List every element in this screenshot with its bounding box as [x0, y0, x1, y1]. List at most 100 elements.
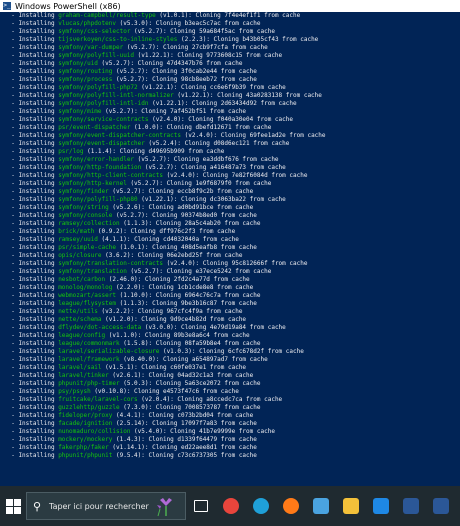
console-line-pkg: webmozart/assert	[58, 292, 116, 299]
console-line-ver: (1.0.0)	[130, 124, 160, 131]
console-line-rest: : Cloning 27cb9f7cfa from cache	[155, 44, 268, 51]
console-line: - Installing symfony/css-selector (v5.2.…	[4, 28, 452, 36]
taskbar: ⚲ Taper ici pour rechercher	[0, 486, 460, 526]
console-line: - Installing fruitcake/laravel-cors (v2.…	[4, 396, 452, 404]
console-line-ver: (2.46.0)	[105, 276, 138, 283]
console-line-rest: : Cloning 47d4347b76 from cache	[130, 60, 243, 67]
console-line-rest: : Cloning 7008573787 from cache	[148, 404, 261, 411]
window-title: Windows PowerShell (x86)	[15, 1, 121, 11]
console-line-ver: (4.1.1)	[97, 236, 127, 243]
console-line-prefix: - Installing	[4, 340, 59, 347]
console-line-pkg: symfony/uid	[58, 60, 98, 67]
console-line-prefix: - Installing	[4, 356, 59, 363]
start-button[interactable]	[0, 491, 26, 521]
search-icon: ⚲	[33, 499, 42, 513]
console-line-prefix: - Installing	[4, 68, 59, 75]
console-line: - Installing graham-campbell/result-type…	[4, 12, 452, 20]
console-line: - Installing monolog/monolog (2.2.0): Cl…	[4, 284, 452, 292]
console-line-rest: : Cloning b3eac5c7ac from cache	[148, 20, 261, 27]
console-line-ver: (v8.40.0)	[119, 356, 156, 363]
console-line-ver: (1.0.1)	[115, 244, 145, 251]
console-line-rest: : Cloning 89b3e8a6c4 from cache	[137, 332, 250, 339]
console-line-prefix: - Installing	[4, 252, 59, 259]
console-line: - Installing laravel/tinker (v2.6.1): Cl…	[4, 372, 452, 380]
console-line-pkg: guzzlehttp/guzzle	[58, 404, 120, 411]
console-line-pkg: symfony/css-selector	[58, 28, 131, 35]
console-line-rest: : Cloning 06e2ebd25f from cache	[130, 252, 243, 259]
console-line-ver: (1.1.4)	[83, 148, 113, 155]
console-line-prefix: - Installing	[4, 348, 59, 355]
console-area[interactable]: - Installing graham-campbell/result-type…	[0, 12, 460, 486]
console-line: - Installing symfony/routing (v5.2.7): C…	[4, 68, 452, 76]
console-line-rest: : Cloning ea3ddbf676 from cache	[166, 156, 279, 163]
folder-icon	[343, 498, 359, 514]
console-line-ver: (5.0.3)	[119, 380, 149, 387]
console-line-prefix: - Installing	[4, 444, 59, 451]
console-line-prefix: - Installing	[4, 332, 59, 339]
console-line-ver: (v2.0.4)	[137, 396, 171, 403]
console-line-rest: : Cloning 967cfc4f9a from cache	[130, 308, 243, 315]
console-line-prefix: - Installing	[4, 228, 59, 235]
console-line-rest: : Cloning d49695b909 from cache	[112, 148, 225, 155]
console-line-rest: : Cloning f040a30e04 from cache	[181, 116, 293, 123]
console-line-rest: : Cloning 7af452bf51 from cache	[134, 108, 247, 115]
console-line: - Installing laravel/serializable-closur…	[4, 348, 452, 356]
console-line: - Installing ramsey/uuid (4.1.1): Clonin…	[4, 236, 452, 244]
console-line-prefix: - Installing	[4, 108, 59, 115]
console-line-prefix: - Installing	[4, 156, 59, 163]
console-line-pkg: symfony/translation	[58, 268, 127, 275]
console-line: - Installing symfony/event-dispatcher (v…	[4, 140, 452, 148]
console-line-rest: : Cloning e4573f47c6 from cache	[126, 388, 239, 395]
console-line-prefix: - Installing	[4, 148, 59, 155]
taskbar-app-5[interactable]	[336, 491, 366, 521]
console-line: - Installing symfony/event-dispatcher-co…	[4, 132, 452, 140]
console-line-rest: : Cloning 98cb8eeb72 from cache	[144, 76, 257, 83]
taskbar-search-box[interactable]: ⚲ Taper ici pour rechercher	[26, 492, 186, 520]
console-line-pkg: vlucas/phpdotenv	[58, 20, 116, 27]
console-line-pkg: graham-campbell/result-type	[58, 12, 156, 19]
console-line: - Installing nette/schema (v1.2.0): Clon…	[4, 316, 452, 324]
taskbar-app-4[interactable]	[306, 491, 336, 521]
console-scrollbar[interactable]	[452, 12, 460, 486]
console-line: - Installing symfony/http-client-contrac…	[4, 172, 452, 180]
taskbar-app-8[interactable]	[426, 491, 456, 521]
console-line-ver: (v2.4.0)	[181, 132, 214, 139]
console-line-ver: (v5.2.7)	[126, 268, 160, 275]
console-line: - Installing symfony/process (v5.2.7): C…	[4, 76, 452, 84]
console-line-pkg: symfony/http-client-contracts	[58, 172, 163, 179]
console-line-ver: (0.9.2)	[94, 228, 124, 235]
console-line-prefix: - Installing	[4, 436, 59, 443]
console-line-prefix: - Installing	[4, 324, 59, 331]
console-line-ver: (v5.2.6)	[108, 204, 142, 211]
taskbar-app-0[interactable]	[186, 491, 216, 521]
console-line-pkg: symfony/mime	[58, 108, 102, 115]
console-line-ver: (v5.2.7)	[112, 212, 145, 219]
taskbar-app-6[interactable]	[366, 491, 396, 521]
console-line-pkg: symfony/http-kernel	[58, 180, 127, 187]
taskbar-app-7[interactable]	[396, 491, 426, 521]
console-line: - Installing nette/utils (v3.2.2): Cloni…	[4, 308, 452, 316]
console-line-ver: (v3.0.0)	[141, 324, 174, 331]
console-line-prefix: - Installing	[4, 132, 59, 139]
console-line-pkg: symfony/polyfill-php80	[58, 196, 138, 203]
console-line-ver: (v1.22.1)	[173, 92, 210, 99]
console-line-prefix: - Installing	[4, 292, 59, 299]
taskbar-app-1[interactable]	[216, 491, 246, 521]
console-line-pkg: symfony/string	[58, 204, 109, 211]
console-line: - Installing symfony/polyfill-intl-idn (…	[4, 100, 452, 108]
console-line-ver: (v0.10.8)	[90, 388, 127, 395]
console-line-prefix: - Installing	[4, 212, 59, 219]
console-line-prefix: - Installing	[4, 76, 59, 83]
console-line: - Installing symfony/var-dumper (v5.2.7)…	[4, 44, 452, 52]
console-line-rest: : Cloning 04ad32c1a3 from cache	[141, 372, 254, 379]
console-line-rest: : Cloning d08d6ec121 from cache	[177, 140, 290, 147]
taskbar-app-2[interactable]	[246, 491, 276, 521]
console-line-pkg: nesbot/carbon	[58, 276, 106, 283]
console-line: - Installing symfony/finder (v5.2.7): Cl…	[4, 188, 452, 196]
taskbar-app-3[interactable]	[276, 491, 306, 521]
console-line: - Installing symfony/translation (v5.2.7…	[4, 268, 452, 276]
console-line-rest: : Cloning 90374b8ed0 from cache	[144, 212, 257, 219]
console-line: - Installing league/config (v1.1.0): Clo…	[4, 332, 452, 340]
window-titlebar[interactable]: >_ Windows PowerShell (x86)	[0, 0, 460, 12]
console-line-prefix: - Installing	[4, 36, 59, 43]
